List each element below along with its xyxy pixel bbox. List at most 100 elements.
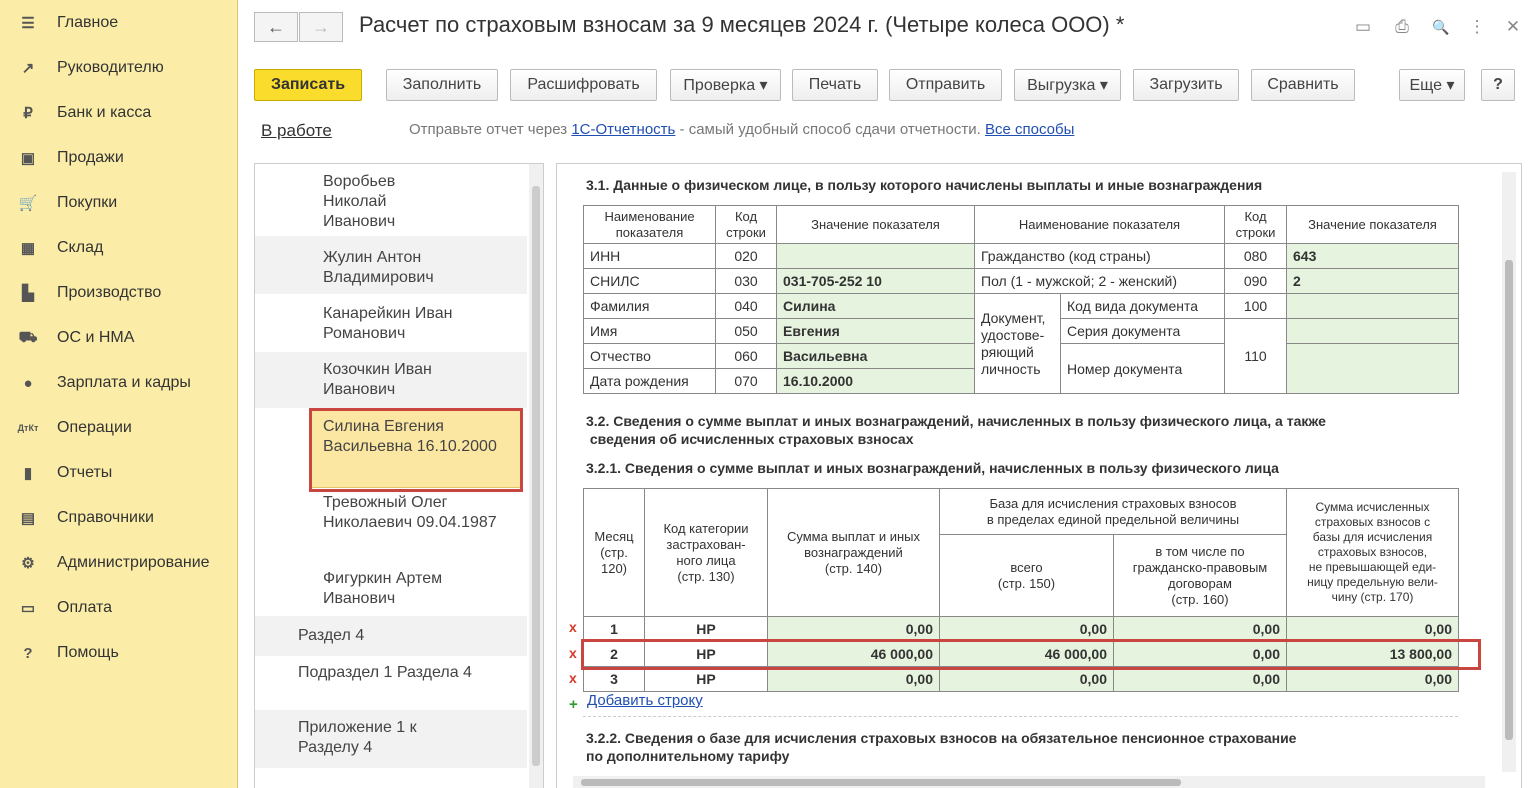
- sidebar-item-label: Производство: [57, 284, 162, 301]
- table-row[interactable]: 3 НР 0,00 0,00 0,00 0,00: [583, 666, 1459, 692]
- fill-button[interactable]: Заполнить: [386, 69, 498, 101]
- tree-item[interactable]: Подраздел 1 Раздела 4: [298, 663, 523, 683]
- sidebar-item-help[interactable]: ? Помощь: [0, 633, 238, 673]
- more-button[interactable]: Еще ▾: [1399, 69, 1465, 101]
- tree-item[interactable]: Жулин Антон Владимирович: [255, 236, 527, 294]
- sidebar-item-operations[interactable]: ДтКт Операции: [0, 408, 238, 448]
- contrib-cell[interactable]: 0,00: [1286, 616, 1459, 642]
- close-icon[interactable]: ✕: [1501, 15, 1525, 39]
- more-options-icon[interactable]: ⋮: [1465, 15, 1489, 39]
- cart-icon: 🛒: [18, 195, 38, 212]
- row-code: 060: [715, 343, 777, 369]
- doc-type-field[interactable]: [1286, 293, 1459, 319]
- print-button[interactable]: Печать: [792, 69, 878, 101]
- status-state-link[interactable]: В работе: [261, 121, 332, 140]
- table-row[interactable]: 1 НР 0,00 0,00 0,00 0,00: [583, 616, 1459, 642]
- all-methods-link[interactable]: Все способы: [985, 121, 1074, 138]
- sidebar-item-salary[interactable]: ● Зарплата и кадры: [0, 363, 238, 403]
- send-button[interactable]: Отправить: [889, 69, 1002, 101]
- tree-item[interactable]: Канарейкин Иван Романович: [323, 304, 523, 344]
- sum-cell[interactable]: 0,00: [767, 666, 940, 692]
- col-header-base: База для исчисления страховых взносов в …: [939, 488, 1287, 535]
- col-header: Код строки: [715, 205, 777, 244]
- forward-button[interactable]: →: [299, 12, 343, 42]
- sidebar-item-assets[interactable]: ⛟ ОС и НМА: [0, 318, 238, 358]
- row-name: Дата рождения: [583, 368, 716, 394]
- help-button[interactable]: ?: [1481, 69, 1515, 101]
- form-hscroll-thumb[interactable]: [581, 779, 1181, 786]
- tree-item[interactable]: Приложение 1 к Разделу 4: [255, 710, 527, 768]
- total-cell[interactable]: 0,00: [939, 666, 1114, 692]
- decode-button[interactable]: Расшифровать: [510, 69, 657, 101]
- surname-field[interactable]: Силина: [776, 293, 975, 319]
- sidebar-item-sales[interactable]: ▣ Продажи: [0, 138, 238, 178]
- category-cell[interactable]: НР: [644, 616, 768, 642]
- sidebar-item-main[interactable]: ☰ Главное: [0, 3, 238, 43]
- tree-item[interactable]: Фигуркин Артем Иванович: [323, 569, 523, 609]
- row-code: 040: [715, 293, 777, 319]
- sidebar-item-label: Отчеты: [57, 464, 113, 481]
- delete-row-icon[interactable]: x: [569, 645, 577, 661]
- load-button[interactable]: Загрузить: [1133, 69, 1239, 101]
- section-3-2-1-title: 3.2.1. Сведения о сумме выплат и иных во…: [586, 460, 1279, 476]
- month-cell: 1: [583, 616, 645, 642]
- sidebar-item-warehouse[interactable]: ▦ Склад: [0, 228, 238, 268]
- citizenship-field[interactable]: 643: [1286, 243, 1459, 269]
- sum-cell[interactable]: 0,00: [767, 616, 940, 642]
- delete-row-icon[interactable]: x: [569, 670, 577, 686]
- form-hscrollbar[interactable]: [573, 776, 1485, 788]
- contrib-cell[interactable]: 0,00: [1286, 666, 1459, 692]
- category-cell[interactable]: НР: [644, 666, 768, 692]
- status-row: В работе Отправьте отчет через 1С-Отчетн…: [261, 121, 1521, 143]
- sidebar-item-label: Склад: [57, 239, 104, 256]
- preview-icon[interactable]: 🔍: [1429, 15, 1453, 39]
- back-button[interactable]: ←: [254, 12, 298, 42]
- sidebar-item-director[interactable]: ↗ Руководителю: [0, 48, 238, 88]
- gpd-cell[interactable]: 0,00: [1113, 666, 1287, 692]
- print-icon[interactable]: ⎙: [1390, 15, 1414, 39]
- factory-icon: ▙: [22, 285, 34, 302]
- patronymic-field[interactable]: Васильевна: [776, 343, 975, 369]
- sidebar-item-payment[interactable]: ▭ Оплата: [0, 588, 238, 628]
- doc-series-field[interactable]: [1286, 318, 1459, 344]
- month-cell: 3: [583, 666, 645, 692]
- sex-field[interactable]: 2: [1286, 268, 1459, 294]
- birth-date-field[interactable]: 16.10.2000: [776, 368, 975, 394]
- gpd-cell[interactable]: 0,00: [1113, 616, 1287, 642]
- page-title: Расчет по страховым взносам за 9 месяцев…: [359, 12, 1125, 37]
- write-button[interactable]: Записать: [254, 69, 362, 101]
- snils-field[interactable]: 031-705-252 10: [776, 268, 975, 294]
- sidebar-item-catalogs[interactable]: ▤ Справочники: [0, 498, 238, 538]
- tree-item[interactable]: Воробьев Николай Иванович: [323, 172, 523, 232]
- sidebar-item-production[interactable]: ▙ Производство: [0, 273, 238, 313]
- export-button[interactable]: Выгрузка ▾: [1014, 69, 1121, 101]
- warehouse-icon: ▦: [20, 240, 36, 257]
- divider: [583, 716, 1458, 717]
- tree-item[interactable]: Раздел 4: [255, 616, 527, 656]
- sidebar-item-admin[interactable]: ⚙ Администрирование: [0, 543, 238, 583]
- form-vscroll-thumb[interactable]: [1505, 260, 1513, 740]
- trend-icon: ↗: [21, 60, 35, 77]
- sidebar-item-purchases[interactable]: 🛒 Покупки: [0, 183, 238, 223]
- operations-icon: ДтКт: [17, 423, 39, 433]
- inn-field[interactable]: [776, 243, 975, 269]
- compare-button[interactable]: Сравнить: [1251, 69, 1355, 101]
- sidebar-item-reports[interactable]: ▮ Отчеты: [0, 453, 238, 493]
- 1c-reporting-link[interactable]: 1С-Отчетность: [571, 121, 675, 138]
- delete-row-icon[interactable]: x: [569, 619, 577, 635]
- tree-scrollbar[interactable]: [529, 164, 543, 788]
- save-icon[interactable]: ▭: [1351, 15, 1375, 39]
- tree-item[interactable]: Козочкин Иван Иванович: [255, 352, 527, 408]
- form-vscrollbar[interactable]: [1502, 172, 1516, 772]
- first-name-field[interactable]: Евгения: [776, 318, 975, 344]
- check-button[interactable]: Проверка ▾: [670, 69, 781, 101]
- row-code: 080: [1224, 243, 1287, 269]
- sidebar-item-bank[interactable]: ₽ Банк и касса: [0, 93, 238, 133]
- tree-item[interactable]: Тревожный Олег Николаевич 09.04.1987: [323, 493, 523, 533]
- total-cell[interactable]: 0,00: [939, 616, 1114, 642]
- doc-number-field[interactable]: [1286, 343, 1459, 394]
- add-row-link[interactable]: Добавить строку: [587, 692, 703, 709]
- tree-scroll-thumb[interactable]: [532, 186, 540, 766]
- col-header: Наименование показателя: [583, 205, 716, 244]
- add-row-icon[interactable]: +: [569, 696, 578, 713]
